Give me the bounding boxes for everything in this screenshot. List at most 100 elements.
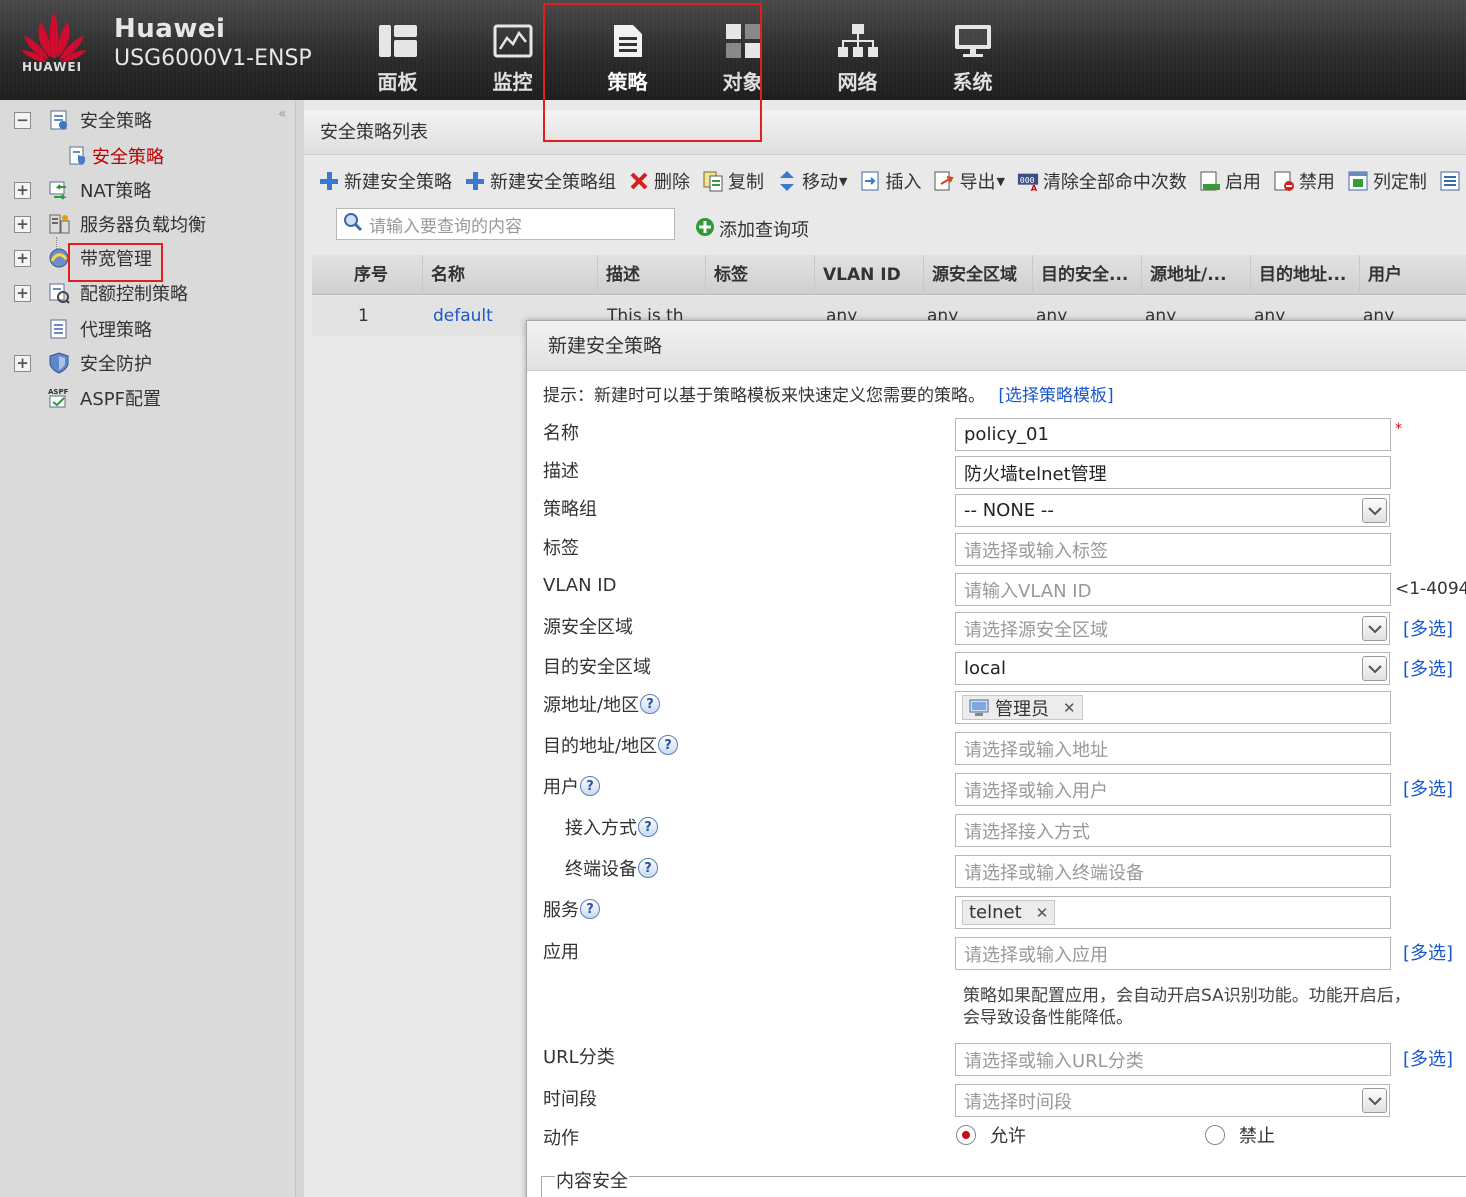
vlan-field[interactable]: 请输入VLAN ID <box>955 573 1391 606</box>
help-icon[interactable]: ? <box>580 899 600 919</box>
column-header[interactable]: VLAN ID <box>814 255 923 295</box>
select-template-link[interactable]: [选择策略模板] <box>998 386 1113 406</box>
search-input[interactable]: 请输入要查询的内容 <box>336 208 675 240</box>
new-policy-group-button[interactable]: 新建安全策略组 <box>464 168 616 194</box>
content-security-legend[interactable]: 内容安全 <box>555 1167 629 1193</box>
app-multi-select-link[interactable]: [多选] <box>1403 939 1453 965</box>
app-note: 策略如果配置应用，会自动开启SA识别功能。功能开启后，会导致设备性能降低。 <box>963 986 1411 1028</box>
expand-toggle-icon[interactable]: + <box>14 181 31 199</box>
action-deny-radio[interactable]: 禁止 <box>1205 1122 1275 1148</box>
remove-tag-icon[interactable]: ✕ <box>1036 904 1049 922</box>
toolbar-label: 移动 <box>802 172 838 193</box>
dropdown-arrow-icon: ▼ <box>996 174 1005 188</box>
column-header[interactable]: 目的安全... <box>1032 255 1141 295</box>
expand-toggle-icon[interactable]: + <box>14 215 31 233</box>
policy-group-select[interactable]: -- NONE -- <box>955 494 1390 527</box>
column-header[interactable]: 名称 <box>422 255 597 295</box>
cell-name-link[interactable]: default <box>433 306 493 326</box>
sidebar-item-aspf[interactable]: ASPF ASPF配置 <box>0 382 290 414</box>
time-label: 时间段 <box>543 1089 597 1110</box>
delete-button[interactable]: 删除 <box>628 168 690 194</box>
name-field[interactable]: policy_01 <box>955 418 1391 451</box>
column-header[interactable]: 源地址/... <box>1141 255 1250 295</box>
help-icon[interactable]: ? <box>640 694 661 714</box>
vlan-label: VLAN ID <box>543 575 617 596</box>
remove-tag-icon[interactable]: ✕ <box>1063 699 1076 717</box>
chevron-down-icon[interactable] <box>1362 656 1387 681</box>
dst-addr-field[interactable]: 请选择或输入地址 <box>955 732 1391 765</box>
column-header[interactable]: 目的地址... <box>1250 255 1359 295</box>
src-addr-field[interactable]: 管理员 ✕ <box>955 691 1391 724</box>
nav-dashboard[interactable]: 面板 <box>340 0 455 100</box>
dialog-title[interactable]: 新建安全策略 <box>527 321 1466 371</box>
expand-toggle-icon[interactable]: + <box>14 249 31 267</box>
nav-network[interactable]: 网络 <box>800 0 915 100</box>
plus-icon <box>464 170 486 192</box>
service-field[interactable]: telnet ✕ <box>955 896 1391 929</box>
expand-toggle-icon[interactable]: + <box>14 354 31 372</box>
url-multi-select-link[interactable]: [多选] <box>1403 1045 1453 1071</box>
time-range-select[interactable]: 请选择时间段 <box>955 1084 1390 1117</box>
sidebar-item-nat-policy[interactable]: + NAT策略 <box>0 174 290 206</box>
user-multi-select-link[interactable]: [多选] <box>1403 775 1453 801</box>
tag-text: 管理员 <box>995 698 1049 720</box>
nav-monitor[interactable]: 监控 <box>455 0 570 100</box>
brand: Huawei USG6000V1-ENSP <box>114 14 312 71</box>
nav-policy[interactable]: 策略 <box>570 0 685 100</box>
column-header[interactable]: 用户 <box>1359 255 1466 295</box>
expand-toggle-icon[interactable]: + <box>14 284 31 302</box>
more-toolbar-button[interactable] <box>1439 170 1465 192</box>
column-custom-button[interactable]: 列定制 <box>1347 168 1427 194</box>
help-icon[interactable]: ? <box>580 776 600 796</box>
src-zone-multi-select-link[interactable]: [多选] <box>1403 615 1453 641</box>
sidebar-item-security-policy[interactable]: − 安全策略 <box>0 104 290 136</box>
src-zone-label: 源安全区域 <box>543 617 633 638</box>
src-zone-select[interactable]: 请选择源安全区域 <box>955 612 1390 645</box>
dst-zone-select[interactable]: local <box>955 652 1390 685</box>
sidebar-item-label: NAT策略 <box>80 181 152 202</box>
sidebar-item-server-load-balancing[interactable]: + 服务器负载均衡 <box>0 208 290 240</box>
app-field[interactable]: 请选择或输入应用 <box>955 937 1391 970</box>
terminal-field[interactable]: 请选择或输入终端设备 <box>955 855 1391 888</box>
new-policy-button[interactable]: 新建安全策略 <box>318 168 452 194</box>
help-icon[interactable]: ? <box>638 817 658 837</box>
svg-text:A: A <box>1031 183 1038 192</box>
sidebar-item-proxy-policy[interactable]: 代理策略 <box>0 313 290 345</box>
chevron-down-icon[interactable] <box>1362 1088 1387 1113</box>
column-header[interactable]: 描述 <box>597 255 705 295</box>
add-circle-icon <box>695 217 715 242</box>
chevron-down-icon[interactable] <box>1362 616 1387 641</box>
access-field[interactable]: 请选择接入方式 <box>955 814 1391 847</box>
collapse-toggle-icon[interactable]: − <box>14 111 31 129</box>
disable-button[interactable]: 禁用 <box>1273 168 1335 194</box>
sidebar-item-security-protection[interactable]: + 安全防护 <box>0 347 290 379</box>
enable-button[interactable]: 启用 <box>1199 168 1261 194</box>
column-header[interactable]: 标签 <box>705 255 814 295</box>
cell-index: 1 <box>358 306 369 326</box>
user-field[interactable]: 请选择或输入用户 <box>955 773 1391 806</box>
column-header[interactable]: 源安全区域 <box>923 255 1032 295</box>
column-header[interactable]: 序号 <box>312 255 422 295</box>
export-button[interactable]: 导出 ▼ <box>933 168 1005 194</box>
move-button[interactable]: 移动 ▼ <box>776 168 847 194</box>
toolbar-label: 新建安全策略 <box>344 172 452 193</box>
url-category-field[interactable]: 请选择或输入URL分类 <box>955 1043 1391 1076</box>
tag-field[interactable]: 请选择或输入标签 <box>955 533 1391 566</box>
insert-button[interactable]: 插入 <box>859 168 921 194</box>
clear-hit-count-button[interactable]: 000 A 清除全部命中次数 <box>1017 168 1187 194</box>
action-allow-radio[interactable]: 允许 <box>956 1122 1026 1148</box>
device-name: USG6000V1-ENSP <box>114 46 312 71</box>
network-icon <box>837 22 878 60</box>
toolbar-label: 删除 <box>654 172 690 193</box>
copy-button[interactable]: 复制 <box>702 168 764 194</box>
add-query-button[interactable]: 添加查询项 <box>695 216 809 242</box>
help-icon[interactable]: ? <box>638 858 658 878</box>
desc-field[interactable]: 防火墙telnet管理 <box>955 456 1391 489</box>
disable-icon <box>1273 170 1295 192</box>
sidebar-subitem-security-policy[interactable]: 安全策略 <box>0 140 290 172</box>
nav-system[interactable]: 系统 <box>915 0 1030 100</box>
dst-zone-multi-select-link[interactable]: [多选] <box>1403 655 1453 681</box>
help-icon[interactable]: ? <box>658 735 679 755</box>
chevron-down-icon[interactable] <box>1362 498 1387 523</box>
nav-object[interactable]: 对象 <box>685 0 800 100</box>
